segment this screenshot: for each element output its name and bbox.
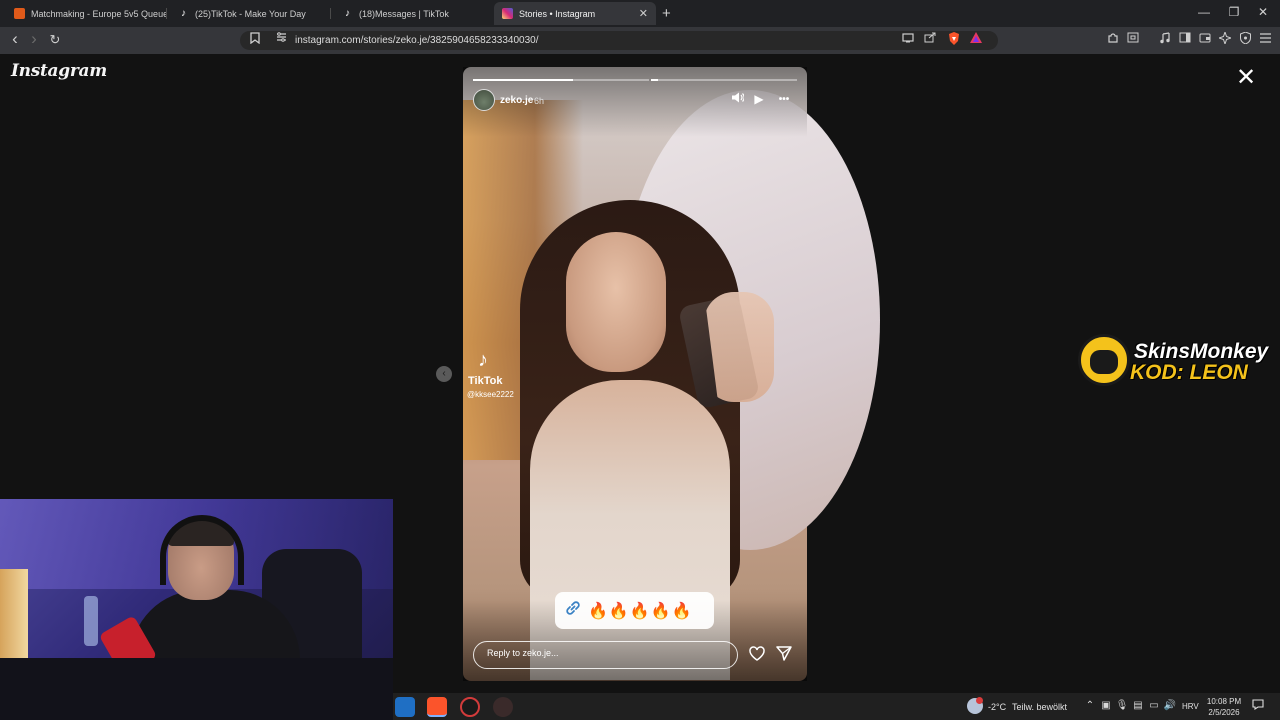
- tab-faceit-matchmaking[interactable]: Matchmaking - Europe 5v5 Queue -: [6, 2, 166, 25]
- window-close-button[interactable]: ✕: [1253, 5, 1273, 19]
- like-icon[interactable]: [748, 646, 766, 665]
- tray-display-icon[interactable]: ▤: [1131, 700, 1145, 711]
- tray-microphone-icon[interactable]: 🎙: [1115, 700, 1129, 711]
- play-icon[interactable]: ▶: [751, 92, 767, 106]
- tab-instagram-stories[interactable]: Stories • Instagram ✕: [494, 2, 656, 25]
- mute-icon[interactable]: [730, 92, 746, 106]
- cast-icon[interactable]: [900, 32, 916, 46]
- close-story-button[interactable]: ✕: [1234, 66, 1258, 90]
- tab-tiktok-home[interactable]: ♪ (25)TikTok - Make Your Day: [170, 2, 330, 25]
- tiktok-watermark-icon: ♪: [478, 349, 488, 371]
- webcam-bottle: [84, 596, 98, 646]
- taskbar-clock[interactable]: 10:08 PM 2/5/2026: [1205, 696, 1243, 718]
- skinsmonkey-logo-face: [1090, 350, 1118, 374]
- url-text[interactable]: instagram.com/stories/zeko.je/3825904658…: [295, 35, 539, 46]
- new-tab-button[interactable]: +: [662, 5, 671, 22]
- minimize-button[interactable]: —: [1194, 5, 1214, 19]
- wallet-icon[interactable]: [1197, 32, 1213, 46]
- tab-divider: [330, 8, 331, 19]
- back-button[interactable]: ‹: [6, 29, 24, 49]
- notification-center-icon[interactable]: [1252, 699, 1264, 713]
- sponsor-code: KOD: LEON: [1130, 361, 1248, 384]
- extensions-icon[interactable]: [1105, 32, 1121, 47]
- tiktok-favicon-icon: ♪: [181, 8, 186, 19]
- tab-title: (25)TikTok - Make Your Day: [195, 8, 306, 19]
- brave-rewards-icon[interactable]: [968, 32, 984, 46]
- vpn-shield-icon[interactable]: [1237, 31, 1253, 47]
- clock-date: 2/5/2026: [1208, 708, 1240, 717]
- sidebar-icon[interactable]: [1177, 32, 1193, 46]
- reload-button[interactable]: ↻: [46, 32, 64, 48]
- site-settings-icon[interactable]: [272, 32, 290, 45]
- share-icon[interactable]: [775, 646, 793, 665]
- story-subject-face: [566, 232, 666, 372]
- brave-shields-icon[interactable]: [946, 32, 962, 48]
- sticker-fire-emojis: 🔥🔥🔥🔥🔥: [588, 602, 693, 620]
- previous-story-arrow-icon[interactable]: ‹: [436, 366, 452, 382]
- screenshot-icon[interactable]: [1125, 32, 1141, 46]
- link-icon: [564, 599, 582, 622]
- story-progress-segment: [473, 79, 649, 81]
- tab-divider: [166, 8, 167, 19]
- tab-title: (18)Messages | TikTok: [359, 8, 449, 19]
- story-username[interactable]: zeko.je: [500, 95, 533, 106]
- webcam-desk: [0, 658, 393, 720]
- leo-ai-icon[interactable]: [1217, 30, 1233, 47]
- tray-network-icon[interactable]: ▭: [1147, 700, 1161, 711]
- tray-volume-icon[interactable]: 🔊: [1163, 700, 1177, 711]
- story-timestamp: 6h: [534, 96, 545, 106]
- game-client-taskbar-icon[interactable]: [493, 697, 513, 717]
- avatar[interactable]: [473, 89, 495, 111]
- weather-condition[interactable]: Teilw. bewölkt: [1012, 702, 1067, 712]
- input-language[interactable]: HRV: [1182, 702, 1199, 711]
- faceit-favicon-icon: [14, 8, 25, 19]
- brave-taskbar-icon[interactable]: [427, 697, 447, 717]
- tray-overflow-chevron-icon[interactable]: ⌃: [1083, 700, 1097, 711]
- tiktok-favicon-icon: ♪: [345, 8, 350, 19]
- weather-alert-badge: [976, 697, 983, 704]
- story-progress-fill: [651, 79, 659, 81]
- instagram-logo[interactable]: Instagram: [11, 61, 107, 81]
- tray-device-icon[interactable]: ▣: [1099, 700, 1113, 711]
- bookmark-icon[interactable]: [246, 32, 264, 47]
- story-progress-fill: [473, 79, 574, 81]
- reply-box[interactable]: [473, 641, 738, 669]
- outlook-taskbar-icon[interactable]: [395, 697, 415, 717]
- reply-input[interactable]: [487, 648, 717, 658]
- tiktok-watermark-handle: @kksee2222: [467, 390, 514, 399]
- story-progress-segment: [651, 79, 797, 81]
- tab-tiktok-messages[interactable]: ♪ (18)Messages | TikTok: [334, 2, 494, 25]
- restore-button[interactable]: ❐: [1224, 5, 1244, 19]
- tab-title: Stories • Instagram: [519, 8, 596, 19]
- tiktok-watermark-brand: TikTok: [468, 375, 503, 387]
- menu-icon[interactable]: [1257, 32, 1273, 46]
- media-controls-icon[interactable]: [1157, 32, 1173, 47]
- story-link-sticker[interactable]: 🔥🔥🔥🔥🔥: [555, 592, 714, 629]
- tab-title: Matchmaking - Europe 5v5 Queue -: [31, 8, 166, 19]
- forward-button[interactable]: ›: [25, 29, 43, 49]
- more-options-icon[interactable]: •••: [774, 94, 794, 105]
- instagram-favicon-icon: [502, 8, 513, 19]
- weather-temperature[interactable]: -2°C: [988, 702, 1006, 712]
- obs-taskbar-icon[interactable]: [460, 697, 480, 717]
- share-page-icon[interactable]: [922, 32, 938, 46]
- tab-close-icon[interactable]: ✕: [639, 7, 648, 20]
- clock-time: 10:08 PM: [1206, 697, 1242, 706]
